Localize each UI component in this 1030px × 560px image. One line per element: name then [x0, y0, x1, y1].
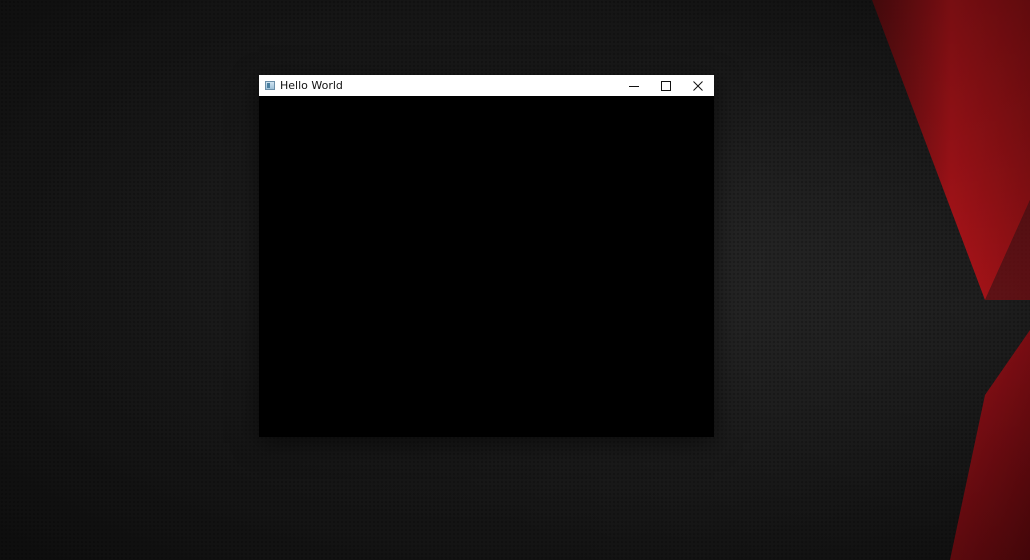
close-button[interactable] — [682, 75, 714, 96]
window-client-area[interactable] — [259, 96, 714, 437]
app-window-icon — [265, 81, 275, 90]
close-icon — [693, 80, 703, 91]
minimize-icon — [629, 85, 639, 87]
maximize-button[interactable] — [650, 75, 682, 96]
window-titlebar[interactable]: Hello World — [259, 75, 714, 96]
caption-buttons — [618, 75, 714, 96]
minimize-button[interactable] — [618, 75, 650, 96]
window-title: Hello World — [280, 79, 343, 92]
maximize-icon — [661, 80, 671, 91]
hello-world-window[interactable]: Hello World — [259, 75, 714, 437]
desktop-wallpaper: Hello World — [0, 0, 1030, 560]
